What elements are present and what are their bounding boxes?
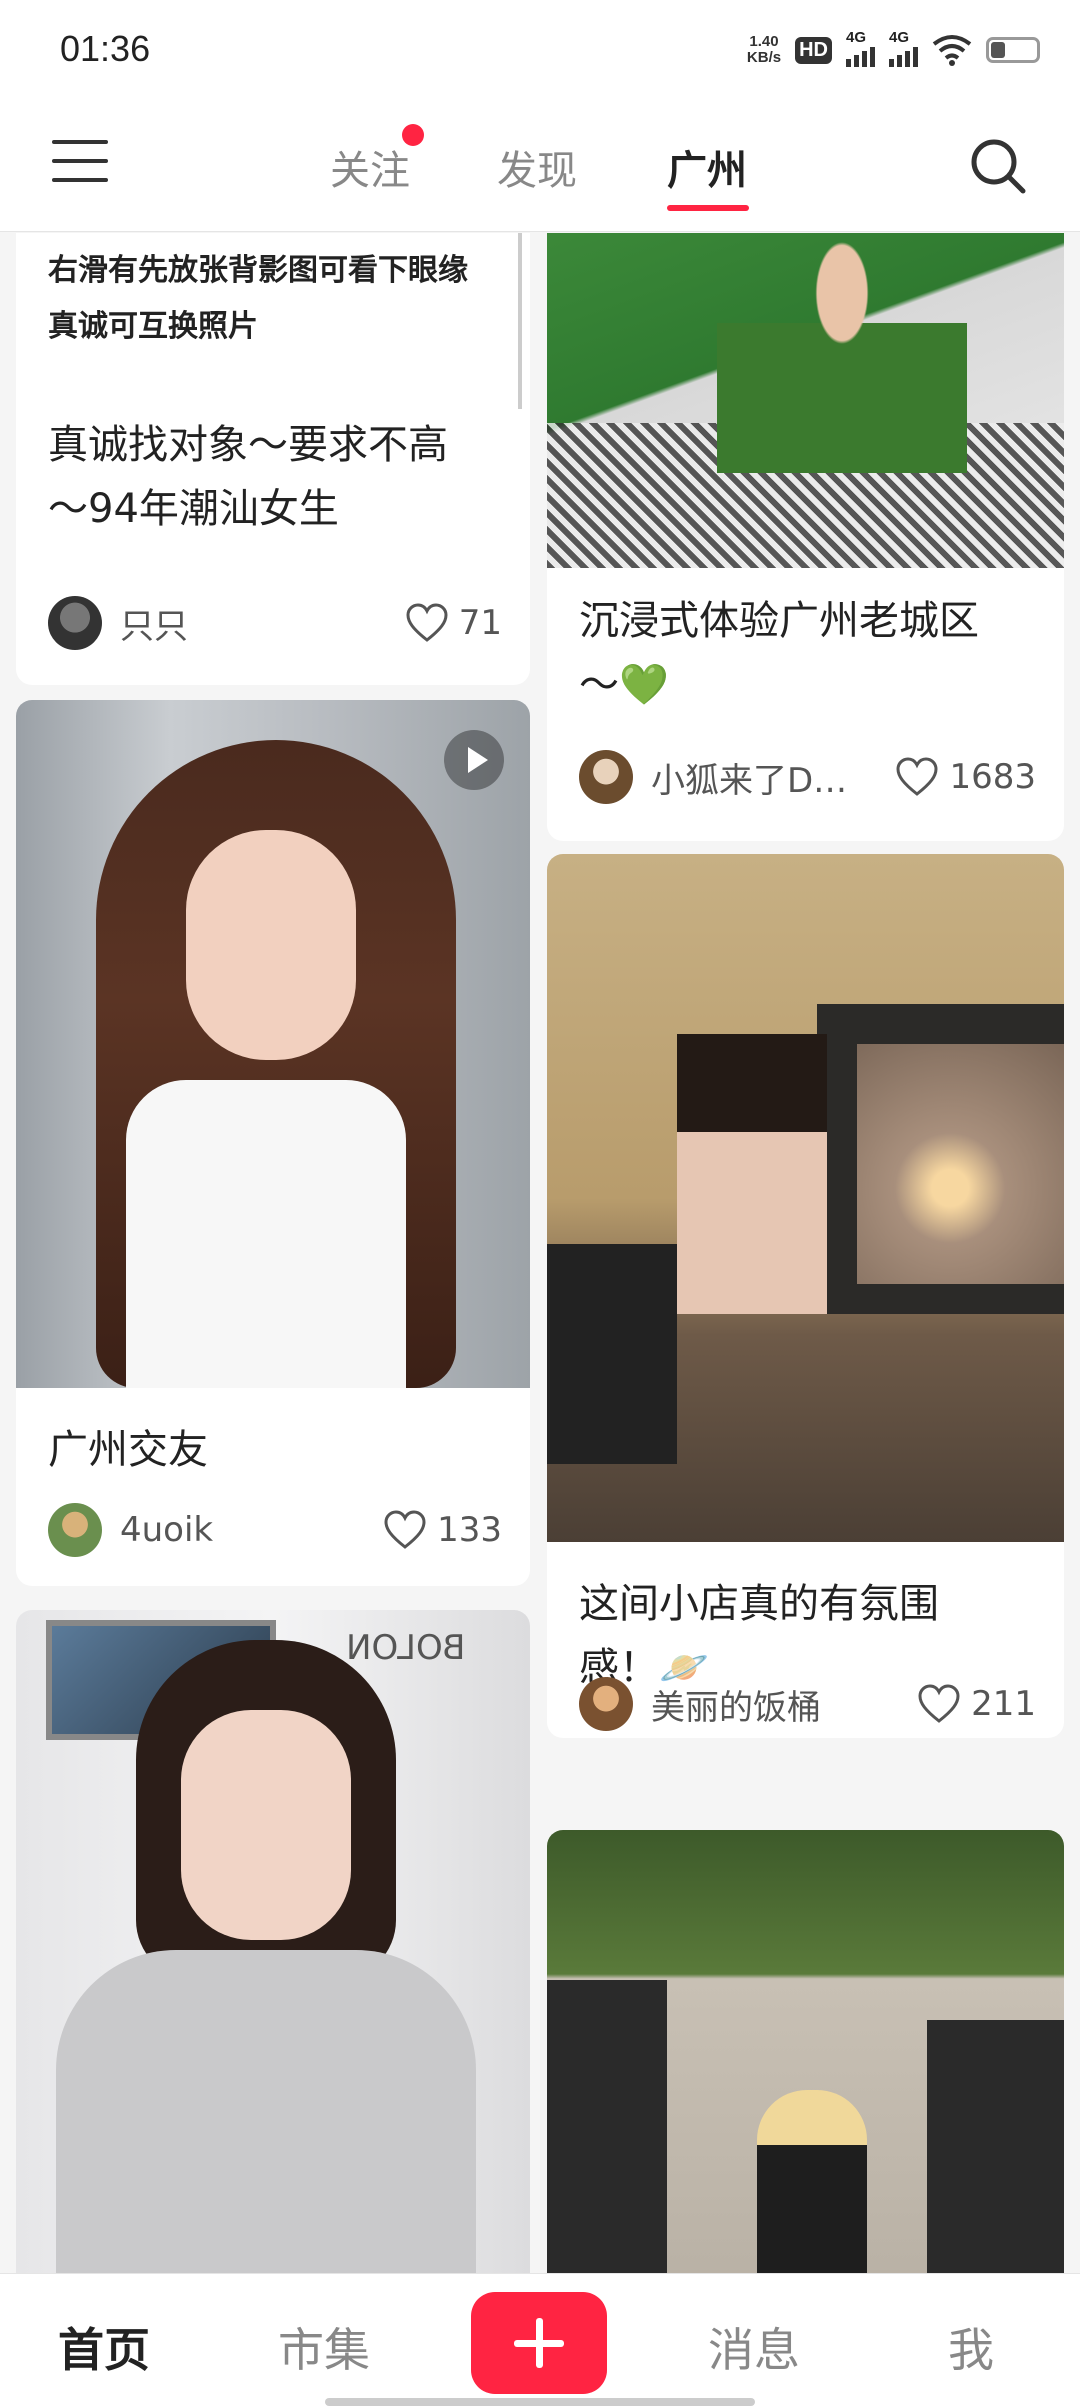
network-speed-unit: KB/s	[746, 49, 782, 66]
note-meta: 4uoik 133	[48, 1502, 502, 1558]
status-time: 01:36	[60, 28, 151, 69]
note-title-line: ～💚	[579, 662, 669, 708]
note-meta: 小狐来了D… 1683	[579, 749, 1036, 805]
like-button[interactable]: 211	[917, 1684, 1036, 1724]
tab-discover[interactable]: 发现	[497, 138, 577, 196]
note-title: 沉浸式体验广州老城区 ～💚	[579, 589, 979, 717]
like-count: 71	[458, 603, 502, 643]
store-sign: BOLON	[346, 1628, 466, 1668]
note-description-line: 右滑有先放张背影图可看下眼缘	[48, 253, 468, 288]
video-play-icon	[444, 730, 504, 790]
notification-dot	[402, 124, 424, 146]
signal-icon-2: 4G	[889, 29, 918, 67]
note-meta: 只只 71	[48, 595, 502, 651]
author-name[interactable]: 4uoik	[120, 1510, 373, 1550]
wifi-icon	[932, 35, 972, 66]
network-speed-value: 1.40	[749, 33, 779, 50]
note-meta: 美丽的饭桶 211	[579, 1676, 1036, 1732]
nav-messages[interactable]: 消息	[708, 2314, 800, 2380]
heart-icon	[918, 1684, 960, 1723]
note-description-line: 真诚可互换照片	[48, 309, 258, 344]
note-description: 右滑有先放张背影图可看下眼缘 真诚可互换照片	[48, 243, 468, 355]
network-type-label: 4G	[846, 29, 867, 46]
note-title-line: 广州交友	[48, 1427, 208, 1473]
like-count: 211	[971, 1684, 1036, 1724]
note-title: 广州交友	[48, 1418, 208, 1482]
bottom-nav: 首页 市集 消息 我	[0, 2273, 1080, 2408]
search-icon[interactable]	[968, 136, 1028, 196]
note-card[interactable]: 沉浸式体验广州老城区 ～💚 小狐来了D… 1683	[547, 233, 1064, 841]
note-title-line: ～94年潮汕女生	[48, 486, 339, 532]
avatar[interactable]	[48, 1503, 102, 1557]
note-cover-image	[16, 700, 530, 1388]
like-button[interactable]: 133	[383, 1510, 502, 1550]
heart-icon	[406, 603, 448, 642]
like-count: 1683	[949, 757, 1036, 797]
status-bar: 01:36 1.40 KB/s HD 4G 4G	[0, 0, 1080, 100]
heart-icon	[896, 757, 938, 796]
scroll-indicator	[518, 233, 522, 409]
like-count: 133	[437, 1510, 502, 1550]
top-nav: 关注 发现 广州	[0, 100, 1080, 232]
note-card[interactable]: 广州交友 4uoik 133	[16, 700, 530, 1586]
active-tab-indicator	[667, 205, 749, 211]
note-card[interactable]: 这间小店真的有氛围 感！🪐 美丽的饭桶 211	[547, 854, 1064, 1738]
feed: 右滑有先放张背影图可看下眼缘 真诚可互换照片 真诚找对象～要求不高 ～94年潮汕…	[0, 233, 1080, 2273]
avatar[interactable]	[579, 750, 633, 804]
author-name[interactable]: 小狐来了D…	[651, 753, 885, 802]
publish-button[interactable]	[471, 2292, 607, 2394]
note-cover-image	[547, 1830, 1064, 2273]
nav-market[interactable]: 市集	[278, 2314, 370, 2380]
like-button[interactable]: 71	[405, 603, 502, 643]
note-title: 真诚找对象～要求不高 ～94年潮汕女生	[48, 413, 448, 541]
network-speed: 1.40 KB/s	[747, 34, 781, 66]
note-title-line: 这间小店真的有氛围	[579, 1581, 939, 1627]
top-tabs: 关注 发现 广州	[0, 100, 1080, 232]
signal-icon: 4G	[846, 29, 875, 67]
status-icons: 1.40 KB/s HD 4G 4G	[747, 29, 1040, 70]
nav-me[interactable]: 我	[948, 2314, 994, 2380]
hd-icon: HD	[795, 36, 832, 64]
avatar[interactable]	[579, 1677, 633, 1731]
tab-guangzhou[interactable]: 广州	[667, 138, 747, 196]
note-cover-image	[547, 854, 1064, 1542]
heart-icon	[384, 1510, 426, 1549]
battery-icon	[986, 37, 1040, 63]
nav-home[interactable]: 首页	[58, 2314, 150, 2380]
note-card[interactable]	[547, 1830, 1064, 2273]
avatar[interactable]	[48, 596, 102, 650]
note-cover-image: BOLON	[16, 1610, 530, 2273]
author-name[interactable]: 只只	[120, 599, 395, 648]
like-button[interactable]: 1683	[895, 757, 1036, 797]
note-card[interactable]: BOLON	[16, 1610, 530, 2273]
note-cover-image	[547, 233, 1064, 568]
home-indicator[interactable]	[325, 2398, 755, 2406]
author-name[interactable]: 美丽的饭桶	[651, 1680, 907, 1729]
note-card[interactable]: 右滑有先放张背影图可看下眼缘 真诚可互换照片 真诚找对象～要求不高 ～94年潮汕…	[16, 233, 530, 685]
tab-follow[interactable]: 关注	[330, 138, 410, 196]
note-title-line: 沉浸式体验广州老城区	[579, 598, 979, 644]
note-title-line: 真诚找对象～要求不高	[48, 422, 448, 468]
network-type-label-2: 4G	[889, 29, 910, 46]
